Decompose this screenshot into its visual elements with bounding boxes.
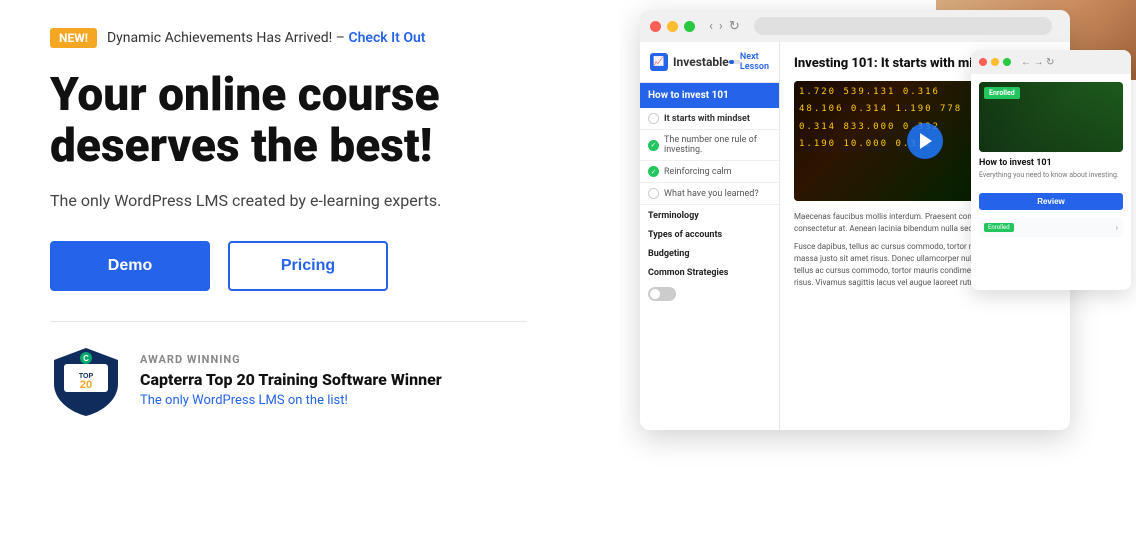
- sidebar-item-label: It starts with mindset: [664, 114, 750, 124]
- s-tl-green: [1003, 58, 1011, 66]
- next-lesson-btn[interactable]: Next Lesson: [740, 52, 769, 72]
- lms-logo: 📈 Investable: [650, 53, 729, 71]
- new-badge: NEW!: [50, 28, 97, 48]
- active-dot-icon: [648, 113, 659, 124]
- enrolled-label: Enrolled: [984, 223, 1014, 232]
- award-subtitle: The only WordPress LMS on the list!: [140, 393, 442, 408]
- lms-progress-fill: [729, 60, 734, 64]
- capterra-badge: TOP 20 C: [50, 344, 122, 416]
- sidebar-item-label: Reinforcing calm: [664, 167, 732, 177]
- browser-nav: ‹ › ↻: [709, 19, 740, 34]
- refresh-icon: ↻: [729, 19, 740, 34]
- tl-yellow: [667, 21, 678, 32]
- card-thumbnail: Enrolled: [979, 82, 1123, 152]
- sidebar-item-label: What have you learned?: [664, 189, 759, 199]
- review-button[interactable]: Review: [979, 193, 1123, 210]
- sidebar-course-title: How to invest 101: [640, 83, 779, 108]
- tl-red: [650, 21, 661, 32]
- enrolled-row: Enrolled ›: [984, 223, 1118, 232]
- browser-secondary: ← → ↻ Enrolled How to invest 101 Everyth…: [971, 50, 1131, 290]
- sidebar-section-strategies[interactable]: Common Strategies: [640, 262, 779, 281]
- award-label: AWARD WINNING: [140, 353, 442, 366]
- lms-brand-name: Investable: [673, 55, 729, 69]
- sidebar-item-rule[interactable]: ✓ The number one rule of investing.: [640, 130, 779, 161]
- hero-subtitle: The only WordPress LMS created by e-lear…: [50, 189, 490, 213]
- dot-icon-learned: [648, 188, 659, 199]
- sidebar-item-label: The number one rule of investing.: [664, 135, 771, 155]
- url-bar: [754, 17, 1052, 35]
- card-course-desc: Everything you need to know about invest…: [979, 171, 1123, 181]
- s-tl-red: [979, 58, 987, 66]
- lms-header: 📈 Investable Next Lesson: [640, 42, 779, 83]
- secondary-content: Enrolled How to invest 101 Everything yo…: [971, 74, 1131, 245]
- demo-button[interactable]: Demo: [50, 241, 210, 291]
- hero-title: Your online course deserves the best!: [50, 70, 530, 171]
- sidebar-item-calm[interactable]: ✓ Reinforcing calm: [640, 161, 779, 183]
- play-icon: [920, 133, 932, 149]
- tl-green: [684, 21, 695, 32]
- sidebar-section-budgeting[interactable]: Budgeting: [640, 243, 779, 262]
- cta-buttons: Demo Pricing: [50, 241, 580, 291]
- demo-preview: ‹ › ↻ 📈 Investable: [620, 0, 1136, 543]
- pricing-button[interactable]: Pricing: [228, 241, 388, 291]
- secondary-titlebar: ← → ↻: [971, 50, 1131, 74]
- svg-text:20: 20: [80, 379, 92, 391]
- announcement-bar: NEW! Dynamic Achievements Has Arrived! –…: [50, 28, 580, 48]
- sidebar-item-learned[interactable]: What have you learned?: [640, 183, 779, 205]
- toggle-switch[interactable]: [640, 281, 779, 307]
- enrolled-arrow-icon: ›: [1116, 223, 1118, 232]
- enrolled-badge: Enrolled: [984, 87, 1020, 99]
- check-icon-1: ✓: [648, 140, 659, 151]
- lms-logo-icon: 📈: [650, 53, 668, 71]
- sidebar-section-accounts[interactable]: Types of accounts: [640, 224, 779, 243]
- award-text: AWARD WINNING Capterra Top 20 Training S…: [140, 353, 442, 408]
- sidebar-item-mindset[interactable]: It starts with mindset: [640, 108, 779, 130]
- svg-text:C: C: [83, 354, 89, 363]
- browser-titlebar: ‹ › ↻: [640, 10, 1070, 42]
- check-icon-2: ✓: [648, 166, 659, 177]
- s-tl-yellow: [991, 58, 999, 66]
- secondary-nav: ← → ↻: [1021, 57, 1054, 68]
- announcement-text: Dynamic Achievements Has Arrived! – Chec…: [107, 30, 426, 46]
- divider: [50, 321, 527, 322]
- forward-icon: ›: [719, 19, 723, 34]
- sidebar-section-terminology[interactable]: Terminology: [640, 205, 779, 224]
- card-course-title: How to invest 101: [979, 158, 1123, 168]
- back-icon: ‹: [709, 19, 713, 34]
- enrolled-card: Enrolled ›: [979, 218, 1123, 237]
- lms-sidebar: 📈 Investable Next Lesson How to invest 1…: [640, 42, 780, 430]
- award-section: TOP 20 C AWARD WINNING Capterra Top 20 T…: [50, 344, 580, 416]
- lms-progress-bar: [729, 60, 740, 64]
- toggle-track: [648, 287, 676, 301]
- check-it-out-link[interactable]: Check It Out: [348, 30, 425, 46]
- play-button[interactable]: [907, 123, 943, 159]
- award-title: Capterra Top 20 Training Software Winner: [140, 370, 442, 389]
- toggle-thumb: [650, 289, 660, 299]
